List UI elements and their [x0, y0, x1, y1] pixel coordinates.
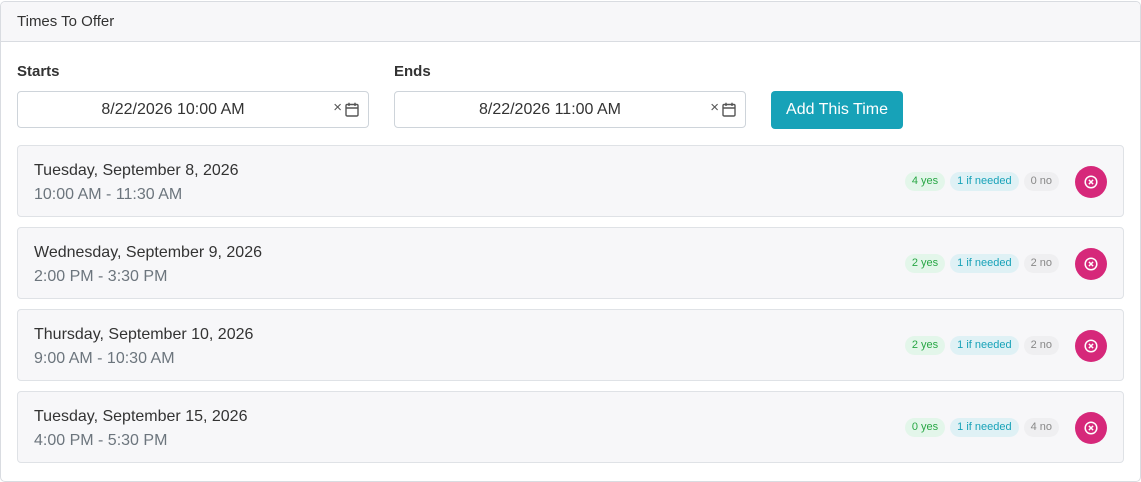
- no-count-badge: 0 no: [1023, 172, 1059, 191]
- ends-datetime-input[interactable]: 8/22/2026 11:00 AM ×: [394, 91, 746, 128]
- remove-circle-icon: [1084, 257, 1098, 271]
- close-icon[interactable]: ×: [333, 99, 342, 116]
- remove-time-button[interactable]: [1075, 412, 1107, 444]
- no-count-badge: 4 no: [1023, 418, 1059, 437]
- time-item: Wednesday, September 9, 2026 2:00 PM - 3…: [17, 227, 1124, 299]
- close-icon[interactable]: ×: [710, 99, 719, 116]
- card-body: Starts 8/22/2026 10:00 AM × Ends 8/22/20…: [1, 42, 1140, 145]
- if-needed-count-badge: 1 if needed: [950, 418, 1019, 437]
- no-count-badge: 2 no: [1023, 254, 1059, 273]
- if-needed-count-badge: 1 if needed: [950, 254, 1019, 273]
- response-badges: 4 yes 1 if needed 0 no: [904, 172, 1059, 191]
- offered-times-list: Tuesday, September 8, 2026 10:00 AM - 11…: [17, 145, 1124, 473]
- time-form: Starts 8/22/2026 10:00 AM × Ends 8/22/20…: [17, 42, 1124, 145]
- add-this-time-button[interactable]: Add This Time: [771, 91, 903, 129]
- response-badges: 2 yes 1 if needed 2 no: [904, 336, 1059, 355]
- remove-circle-icon: [1084, 421, 1098, 435]
- card-title: Times To Offer: [17, 13, 115, 30]
- yes-count-badge: 4 yes: [904, 172, 946, 191]
- if-needed-count-badge: 1 if needed: [950, 336, 1019, 355]
- time-item-date: Tuesday, September 8, 2026: [34, 162, 239, 179]
- response-badges: 0 yes 1 if needed 4 no: [904, 418, 1059, 437]
- starts-datetime-input[interactable]: 8/22/2026 10:00 AM ×: [17, 91, 369, 128]
- remove-time-button[interactable]: [1075, 248, 1107, 280]
- calendar-icon[interactable]: [345, 102, 359, 117]
- time-item-range: 2:00 PM - 3:30 PM: [34, 268, 168, 285]
- response-badges: 2 yes 1 if needed 2 no: [904, 254, 1059, 273]
- starts-value: 8/22/2026 10:00 AM: [101, 101, 245, 118]
- if-needed-count-badge: 1 if needed: [950, 172, 1019, 191]
- time-item-date: Wednesday, September 9, 2026: [34, 244, 262, 261]
- remove-time-button[interactable]: [1075, 330, 1107, 362]
- time-item-range: 4:00 PM - 5:30 PM: [34, 432, 168, 449]
- yes-count-badge: 2 yes: [904, 336, 946, 355]
- ends-value: 8/22/2026 11:00 AM: [478, 101, 622, 118]
- time-item: Tuesday, September 15, 2026 4:00 PM - 5:…: [17, 391, 1124, 463]
- remove-circle-icon: [1084, 175, 1098, 189]
- starts-label: Starts: [17, 63, 60, 80]
- card-header: Times To Offer: [1, 2, 1140, 42]
- no-count-badge: 2 no: [1023, 336, 1059, 355]
- remove-circle-icon: [1084, 339, 1098, 353]
- time-item-range: 10:00 AM - 11:30 AM: [34, 186, 183, 203]
- time-item: Tuesday, September 8, 2026 10:00 AM - 11…: [17, 145, 1124, 217]
- time-item-date: Tuesday, September 15, 2026: [34, 408, 248, 425]
- remove-time-button[interactable]: [1075, 166, 1107, 198]
- time-item: Thursday, September 10, 2026 9:00 AM - 1…: [17, 309, 1124, 381]
- time-item-range: 9:00 AM - 10:30 AM: [34, 350, 175, 367]
- yes-count-badge: 2 yes: [904, 254, 946, 273]
- ends-label: Ends: [394, 63, 431, 80]
- time-item-date: Thursday, September 10, 2026: [34, 326, 254, 343]
- yes-count-badge: 0 yes: [904, 418, 946, 437]
- calendar-icon[interactable]: [722, 102, 736, 117]
